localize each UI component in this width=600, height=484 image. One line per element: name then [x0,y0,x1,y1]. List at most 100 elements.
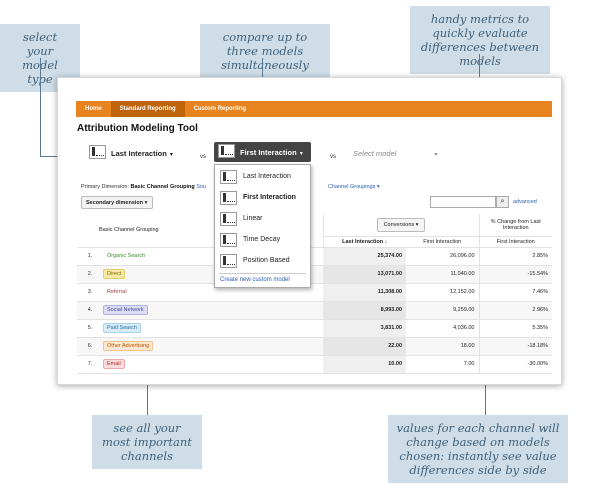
tab-home[interactable]: Home [76,101,111,117]
vs-label-2: vs [330,154,336,160]
table-row: 1. Organic Search 25,374.00 26,096.00 2.85% [77,247,552,266]
time-decay-icon [220,233,237,247]
dropdown-item-position-based[interactable]: Position Based [215,251,310,271]
dropdown-divider [219,273,306,274]
source-dimension-link[interactable]: Sou [196,184,206,190]
table-row: 3. Referral 11,308.00 12,152.00 7.46% [77,283,552,302]
sort-down-icon: ↓ [384,238,388,245]
table-row: 7. Email 10.00 7.00 -30.00% [77,355,552,374]
primary-dimension-value: Basic Channel Grouping [130,184,195,190]
first-interaction-value: 26,096.00 [406,247,479,266]
search-input[interactable] [430,196,496,208]
channel-cell: Other Advertising [103,337,323,356]
change-value: 5.35% [478,319,552,338]
primary-dimension: Primary Dimension: Basic Channel Groupin… [81,184,206,190]
last-interaction-icon [89,145,106,159]
attribution-table: Basic Channel Grouping Conversions ▾ % C… [77,214,552,374]
change-value: 2.96% [478,301,552,320]
row-index: 5. [77,319,103,338]
first-interaction-icon [218,144,235,158]
channel-chip[interactable]: Paid Search [103,323,141,333]
col-last-interaction[interactable]: Last Interaction ↓ [322,236,406,248]
model1-selector[interactable]: Last Interaction ▾ [111,149,173,158]
change-value: 7.46% [478,283,552,302]
channel-chip[interactable]: Social Network [103,305,148,315]
callout-channels: see all your most important channels [92,415,202,469]
first-interaction-value: 4,036.00 [406,319,479,338]
dropdown-item-time-decay[interactable]: Time Decay [215,230,310,250]
table-row: 4. Social Network 8,993.00 9,259.00 2.96% [77,301,552,320]
advanced-search-link[interactable]: advanced [513,199,537,205]
conversions-header: Conversions ▾ [322,214,479,237]
last-interaction-value: 25,374.00 [323,247,406,266]
callout-line-model-type [40,58,41,156]
secondary-dimension-select[interactable]: Secondary dimension ▾ [81,196,153,209]
last-interaction-value: 8,993.00 [323,301,406,320]
callout-values: values for each channel will change base… [388,415,568,483]
change-value: -30.00% [478,355,552,374]
table-row: 6. Other Advertising 22.00 18.00 -18.18% [77,337,552,356]
analytics-screenshot: Home Standard Reporting Custom Reporting… [57,77,562,385]
last-interaction-value: 13,071.00 [323,265,406,284]
dropdown-item-linear[interactable]: Linear [215,209,310,229]
first-interaction-value: 9,259.00 [406,301,479,320]
create-custom-model-link[interactable]: Create new custom model [220,277,290,283]
position-based-icon [220,254,237,268]
row-index: 6. [77,337,103,356]
page-title: Attribution Modeling Tool [77,123,198,134]
channel-chip[interactable]: Referral [103,287,131,297]
table-row: 2. Direct 13,071.00 11,040.00 -15.54% [77,265,552,284]
callout-compare: compare up to three models simultaneousl… [200,24,330,78]
nav-tabbar: Home Standard Reporting Custom Reporting [76,101,552,117]
change-value: 2.85% [478,247,552,266]
channel-chip[interactable]: Organic Search [103,251,150,261]
change-value: -15.54% [478,265,552,284]
vs-label-1: vs [200,154,206,160]
row-index: 2. [77,265,103,284]
dropdown-item-label: Last Interaction [243,173,291,180]
primary-dimension-label: Primary Dimension: [81,184,129,190]
channel-groupings-link[interactable]: Channel Groupings ▾ [328,184,380,190]
search-icon[interactable]: ⌕ [496,196,509,208]
row-index: 4. [77,301,103,320]
channel-cell: Paid Search [103,319,323,338]
model2-selector[interactable]: First Interaction ▾ [214,142,311,162]
col-first-interaction[interactable]: First Interaction [406,236,479,248]
channel-chip[interactable]: Other Advertising [103,341,154,351]
change-value: -18.18% [478,337,552,356]
model-dropdown: Last Interaction First Interaction Linea… [214,164,311,288]
col-change[interactable]: First Interaction [478,236,552,248]
table-row: 5. Paid Search 3,831.00 4,036.00 5.35% [77,319,552,338]
callout-metrics: handy metrics to quickly evaluate differ… [410,6,550,74]
channel-cell: Email [103,355,323,374]
channel-header-label: Basic Channel Grouping [99,227,159,234]
linear-icon [220,212,237,226]
first-interaction-value: 18.00 [406,337,479,356]
dropdown-item-last-interaction[interactable]: Last Interaction [215,167,310,187]
dropdown-item-label: Linear [243,215,263,222]
last-interaction-value: 22.00 [323,337,406,356]
chevron-down-icon: ▾ [169,152,173,158]
last-interaction-icon [220,170,237,184]
first-interaction-value: 7.00 [406,355,479,374]
row-index: 7. [77,355,103,374]
last-interaction-value: 11,308.00 [323,283,406,302]
model3-selector[interactable]: Select model ▾ [353,149,437,158]
dropdown-item-label: First Interaction [243,194,296,201]
row-index: 1. [77,247,103,266]
tab-standard-reporting[interactable]: Standard Reporting [110,101,185,117]
dropdown-item-label: Time Decay [243,236,281,243]
chevron-down-icon: ▾ [299,151,303,157]
dropdown-item-first-interaction[interactable]: First Interaction [215,188,310,208]
channel-chip[interactable]: Direct [103,269,126,279]
chevron-down-icon: ▾ [434,152,438,158]
change-header: % Change from Last Interaction [478,214,552,237]
tab-custom-reporting[interactable]: Custom Reporting [185,101,255,117]
channel-chip[interactable]: Email [103,359,125,369]
first-interaction-value: 11,040.00 [406,265,479,284]
conversions-select[interactable]: Conversions ▾ [376,217,426,232]
first-interaction-icon [220,191,237,205]
last-interaction-value: 3,831.00 [323,319,406,338]
first-interaction-value: 12,152.00 [406,283,479,302]
last-interaction-value: 10.00 [323,355,406,374]
